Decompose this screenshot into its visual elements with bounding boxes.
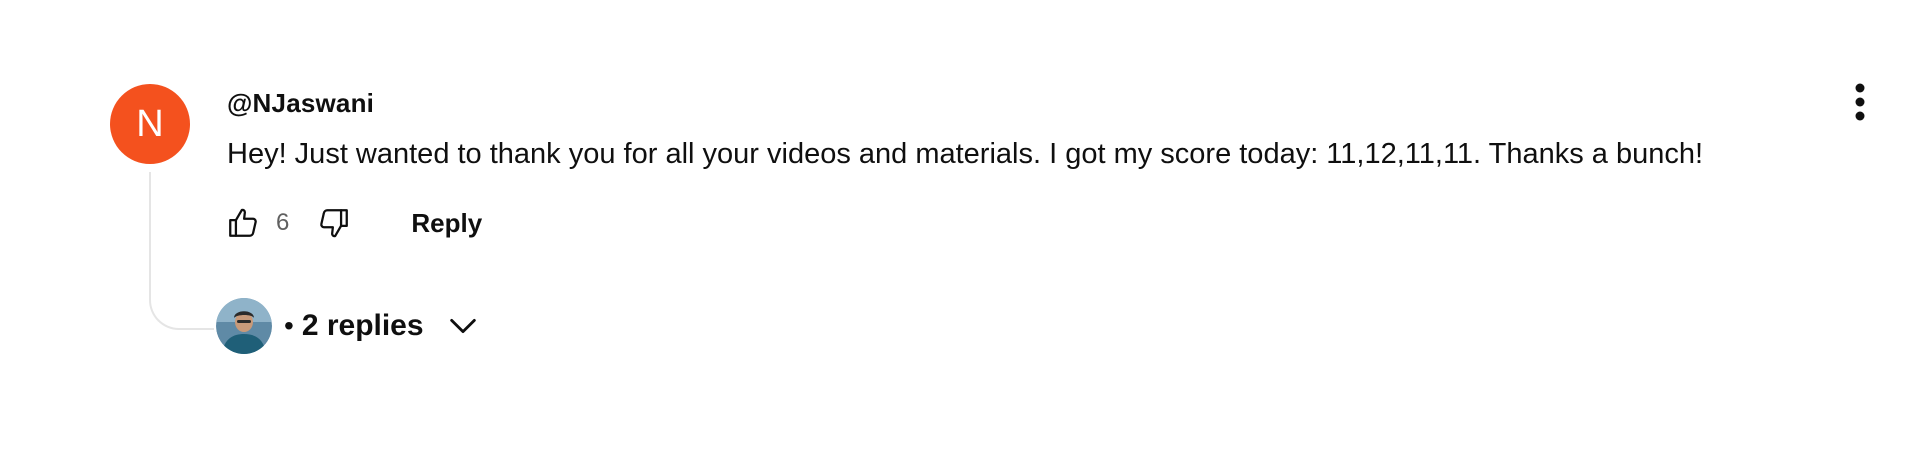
vertical-ellipsis-icon	[1855, 83, 1865, 121]
page: N @NJaswani Hey! Just wanted to thank yo…	[0, 0, 1920, 460]
chevron-down-icon	[446, 309, 480, 343]
thumbs-down-icon	[320, 209, 349, 238]
comment-author[interactable]: @NJaswani	[227, 88, 374, 119]
reply-author-avatar	[216, 298, 272, 354]
like-button[interactable]	[220, 200, 266, 246]
more-actions-button[interactable]	[1840, 78, 1880, 126]
replies-count-label: 2 replies	[301, 309, 424, 342]
thumbs-up-icon	[229, 208, 257, 237]
reply-button[interactable]: Reply	[411, 208, 482, 239]
dislike-button[interactable]	[311, 200, 357, 246]
comment-text: Hey! Just wanted to thank you for all yo…	[227, 138, 1704, 170]
commenter-avatar[interactable]: N	[110, 84, 190, 164]
view-replies-toggle[interactable]: • 2 replies	[216, 296, 480, 356]
avatar-letter: N	[136, 102, 164, 145]
replies-bullet: •	[284, 310, 294, 341]
like-count: 6	[276, 209, 290, 236]
comment-thread: N @NJaswani Hey! Just wanted to thank yo…	[0, 0, 1920, 460]
thread-connector-line	[149, 172, 214, 330]
comment-actions: 6 Reply	[220, 200, 482, 246]
